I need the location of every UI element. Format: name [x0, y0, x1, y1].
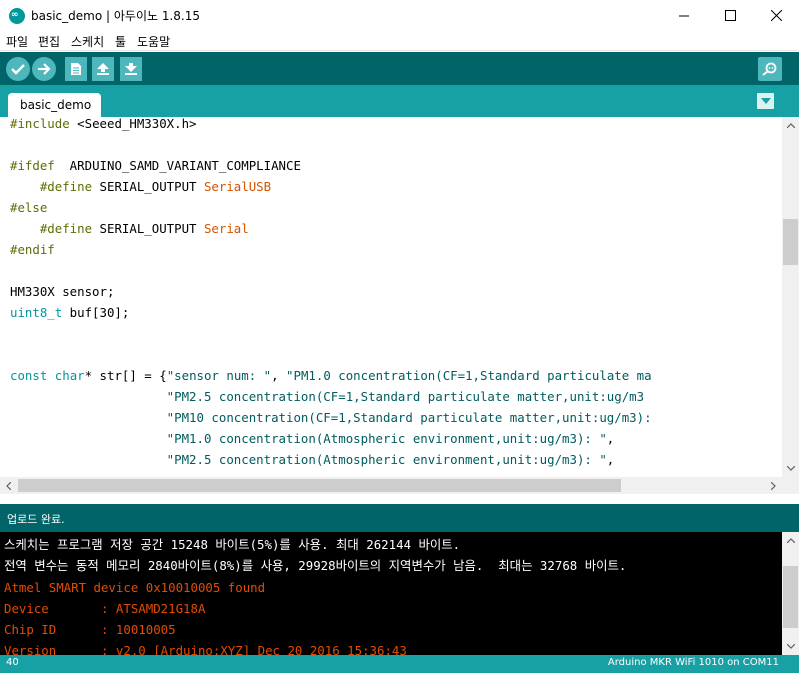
- code-line: "PM1.0 concentration(Atmospheric environ…: [166, 431, 615, 446]
- close-icon[interactable]: [753, 0, 799, 31]
- console-line: 스케치는 프로그램 저장 공간 15248 바이트(5%)를 사용. 최대 26…: [4, 537, 461, 552]
- scroll-corner: [782, 477, 799, 494]
- code-line: #endif: [10, 242, 55, 257]
- tab-menu-chevron-icon[interactable]: [757, 93, 774, 109]
- code-line: "PM2.5 concentration(CF=1,Standard parti…: [166, 389, 645, 404]
- arduino-icon: ∞: [9, 8, 25, 24]
- editor-console-divider[interactable]: [0, 494, 799, 504]
- menu-bar: 파일 편집 스케치 툴 도움말: [0, 31, 799, 51]
- bottom-status-bar: 40 Arduino MKR WiFi 1010 on COM11: [0, 655, 799, 673]
- menu-tools[interactable]: 툴: [115, 33, 126, 50]
- console-line: Device : ATSAMD21G18A: [4, 601, 206, 616]
- upload-icon[interactable]: [32, 57, 56, 81]
- new-icon[interactable]: [65, 57, 87, 81]
- code-line: uint8_t buf[30];: [10, 305, 130, 320]
- console-line: Chip ID : 10010005: [4, 622, 176, 637]
- editor-vertical-scrollbar[interactable]: [782, 117, 799, 477]
- editor-vertical-scroll-thumb[interactable]: [783, 219, 798, 265]
- menu-sketch[interactable]: 스케치: [71, 33, 104, 50]
- console-line: 전역 변수는 동적 메모리 2840바이트(8%)를 사용, 29928바이트의…: [4, 558, 627, 573]
- code-line: #else: [10, 200, 48, 215]
- scroll-left-icon[interactable]: [0, 477, 17, 494]
- code-line: #ifdef ARDUINO_SAMD_VARIANT_COMPLIANCE: [10, 158, 301, 173]
- scroll-down-icon[interactable]: [782, 638, 799, 655]
- status-message: 업로드 완료.: [7, 513, 65, 526]
- menu-file[interactable]: 파일: [6, 33, 28, 50]
- console-output[interactable]: 스케치는 프로그램 저장 공간 15248 바이트(5%)를 사용. 최대 26…: [0, 532, 782, 655]
- code-editor[interactable]: #include <Seeed_HM330X.h> #ifdef ARDUINO…: [0, 117, 782, 477]
- line-number: 40: [6, 657, 19, 668]
- tab-basic-demo[interactable]: basic_demo: [8, 93, 101, 117]
- scroll-right-icon[interactable]: [765, 477, 782, 494]
- code-line: const char* str[] = {"sensor num: ", "PM…: [10, 368, 652, 383]
- title-bar: ∞ basic_demo | 아두이노 1.8.15: [0, 0, 799, 31]
- scroll-down-icon[interactable]: [782, 460, 799, 477]
- code-line: #include <Seeed_HM330X.h>: [10, 117, 197, 131]
- menu-edit[interactable]: 편집: [38, 33, 60, 50]
- maximize-icon[interactable]: [707, 0, 753, 31]
- code-line: HM330X sensor;: [10, 284, 115, 299]
- scroll-up-icon[interactable]: [782, 117, 799, 134]
- editor-horizontal-scroll-thumb[interactable]: [18, 479, 621, 492]
- toolbar: [0, 52, 799, 85]
- console-vertical-scroll-thumb[interactable]: [783, 566, 798, 628]
- menu-help[interactable]: 도움말: [137, 33, 170, 50]
- minimize-icon[interactable]: [661, 0, 707, 31]
- console-line: Atmel SMART device 0x10010005 found: [4, 580, 266, 595]
- code-line: #define SERIAL_OUTPUT SerialUSB: [39, 179, 272, 194]
- serial-monitor-icon[interactable]: [758, 57, 782, 81]
- open-icon[interactable]: [92, 57, 114, 81]
- tab-label: basic_demo: [20, 98, 92, 112]
- board-port-info: Arduino MKR WiFi 1010 on COM11: [607, 657, 779, 668]
- code-line: "PM10 concentration(CF=1,Standard partic…: [166, 410, 652, 425]
- verify-icon[interactable]: [6, 57, 30, 81]
- code-line: #define SERIAL_OUTPUT Serial: [39, 221, 249, 236]
- code-line: "PM2.5 concentration(Atmospheric environ…: [166, 452, 615, 467]
- status-bar: 업로드 완료.: [0, 504, 799, 532]
- tab-bar: basic_demo: [0, 85, 799, 117]
- scroll-up-icon[interactable]: [782, 532, 799, 549]
- window-title: basic_demo | 아두이노 1.8.15: [31, 9, 201, 23]
- console-line: Version : v2.0 [Arduino:XYZ] Dec 20 2016…: [4, 643, 407, 656]
- save-icon[interactable]: [120, 57, 142, 81]
